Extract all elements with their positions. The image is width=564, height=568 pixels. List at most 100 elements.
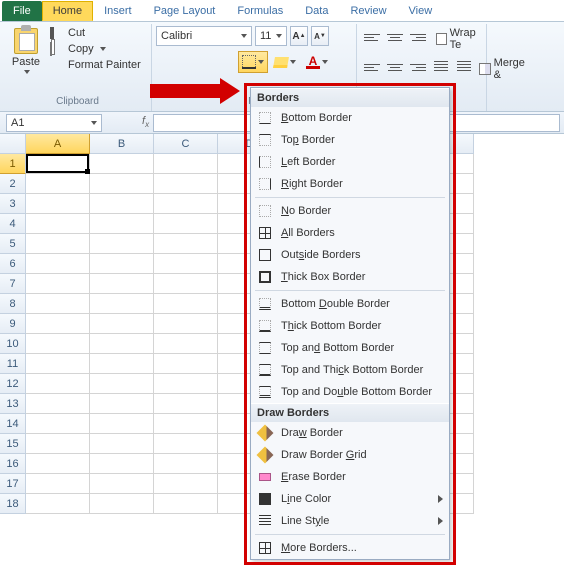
cell-b18[interactable] [90, 494, 154, 514]
cell-c2[interactable] [154, 174, 218, 194]
cell-a12[interactable] [26, 374, 90, 394]
tab-data[interactable]: Data [294, 1, 339, 21]
border-menu-topdoublebottom[interactable]: Top and Double Bottom Border [251, 381, 449, 403]
row-header-12[interactable]: 12 [0, 374, 26, 394]
cell-b11[interactable] [90, 354, 154, 374]
increase-font-button[interactable]: A▲ [290, 26, 308, 46]
cell-a18[interactable] [26, 494, 90, 514]
border-menu-linestyle[interactable]: Line Style [251, 510, 449, 532]
decrease-indent-button[interactable] [430, 56, 452, 78]
align-middle-button[interactable] [384, 26, 406, 48]
tab-insert[interactable]: Insert [93, 1, 143, 21]
merge-center-button[interactable]: Merge & [476, 56, 530, 82]
cell-a14[interactable] [26, 414, 90, 434]
cell-b4[interactable] [90, 214, 154, 234]
copy-button[interactable]: Copy [48, 42, 143, 56]
border-menu-bottom[interactable]: Bottom Border [251, 107, 449, 129]
cell-a16[interactable] [26, 454, 90, 474]
row-header-1[interactable]: 1 [0, 154, 26, 174]
cell-c13[interactable] [154, 394, 218, 414]
row-header-16[interactable]: 16 [0, 454, 26, 474]
cell-b7[interactable] [90, 274, 154, 294]
cell-a3[interactable] [26, 194, 90, 214]
row-header-10[interactable]: 10 [0, 334, 26, 354]
cell-b3[interactable] [90, 194, 154, 214]
cell-a10[interactable] [26, 334, 90, 354]
border-menu-thickbox[interactable]: Thick Box Border [251, 266, 449, 288]
cell-b13[interactable] [90, 394, 154, 414]
column-header-a[interactable]: A [26, 134, 90, 154]
cell-a17[interactable] [26, 474, 90, 494]
cell-c10[interactable] [154, 334, 218, 354]
cut-button[interactable]: Cut [48, 26, 143, 40]
select-all-corner[interactable] [0, 134, 26, 154]
cell-b5[interactable] [90, 234, 154, 254]
row-header-2[interactable]: 2 [0, 174, 26, 194]
tab-page-layout[interactable]: Page Layout [143, 1, 227, 21]
cell-b6[interactable] [90, 254, 154, 274]
cell-c15[interactable] [154, 434, 218, 454]
row-header-18[interactable]: 18 [0, 494, 26, 514]
wrap-text-button[interactable]: Wrap Te [433, 26, 482, 52]
border-menu-outside[interactable]: Outside Borders [251, 244, 449, 266]
name-box[interactable]: A1 [6, 114, 102, 132]
cell-a7[interactable] [26, 274, 90, 294]
row-header-9[interactable]: 9 [0, 314, 26, 334]
cell-b2[interactable] [90, 174, 154, 194]
cell-c12[interactable] [154, 374, 218, 394]
increase-indent-button[interactable] [453, 56, 475, 78]
cell-a2[interactable] [26, 174, 90, 194]
row-header-6[interactable]: 6 [0, 254, 26, 274]
borders-button[interactable] [238, 51, 268, 73]
cell-c8[interactable] [154, 294, 218, 314]
row-header-5[interactable]: 5 [0, 234, 26, 254]
cell-c6[interactable] [154, 254, 218, 274]
cell-c7[interactable] [154, 274, 218, 294]
row-header-4[interactable]: 4 [0, 214, 26, 234]
border-menu-drawgrid[interactable]: Draw Border Grid [251, 444, 449, 466]
border-menu-all[interactable]: All Borders [251, 222, 449, 244]
border-menu-none[interactable]: No Border [251, 200, 449, 222]
border-menu-bottomdouble[interactable]: Bottom Double Border [251, 293, 449, 315]
cell-b9[interactable] [90, 314, 154, 334]
tab-file[interactable]: File [2, 1, 42, 21]
border-menu-erase[interactable]: Erase Border [251, 466, 449, 488]
cell-b12[interactable] [90, 374, 154, 394]
cell-c18[interactable] [154, 494, 218, 514]
cell-c14[interactable] [154, 414, 218, 434]
row-header-15[interactable]: 15 [0, 434, 26, 454]
align-center-button[interactable] [384, 56, 406, 78]
cell-b1[interactable] [90, 154, 154, 174]
column-header-b[interactable]: B [90, 134, 154, 154]
cell-a11[interactable] [26, 354, 90, 374]
font-color-button[interactable]: A [302, 51, 332, 73]
border-menu-topbottom[interactable]: Top and Bottom Border [251, 337, 449, 359]
format-painter-button[interactable]: Format Painter [48, 58, 143, 72]
cell-c11[interactable] [154, 354, 218, 374]
fill-color-button[interactable] [270, 51, 300, 73]
border-menu-topthickbottom[interactable]: Top and Thick Bottom Border [251, 359, 449, 381]
selected-cell-a1[interactable] [26, 154, 89, 173]
border-menu-more[interactable]: More Borders... [251, 537, 449, 559]
font-size-combo[interactable]: 11 [255, 26, 287, 46]
row-header-3[interactable]: 3 [0, 194, 26, 214]
align-top-button[interactable] [361, 26, 383, 48]
cell-b8[interactable] [90, 294, 154, 314]
row-header-13[interactable]: 13 [0, 394, 26, 414]
border-menu-right[interactable]: Right Border [251, 173, 449, 195]
align-bottom-button[interactable] [407, 26, 429, 48]
cell-a4[interactable] [26, 214, 90, 234]
align-right-button[interactable] [407, 56, 429, 78]
cell-b10[interactable] [90, 334, 154, 354]
decrease-font-button[interactable]: A▼ [311, 26, 329, 46]
cell-a8[interactable] [26, 294, 90, 314]
cell-a15[interactable] [26, 434, 90, 454]
cell-c3[interactable] [154, 194, 218, 214]
cell-b14[interactable] [90, 414, 154, 434]
align-left-button[interactable] [361, 56, 383, 78]
cell-a5[interactable] [26, 234, 90, 254]
cell-a9[interactable] [26, 314, 90, 334]
cell-c9[interactable] [154, 314, 218, 334]
paste-button[interactable]: Paste [8, 26, 44, 74]
column-header-c[interactable]: C [154, 134, 218, 154]
